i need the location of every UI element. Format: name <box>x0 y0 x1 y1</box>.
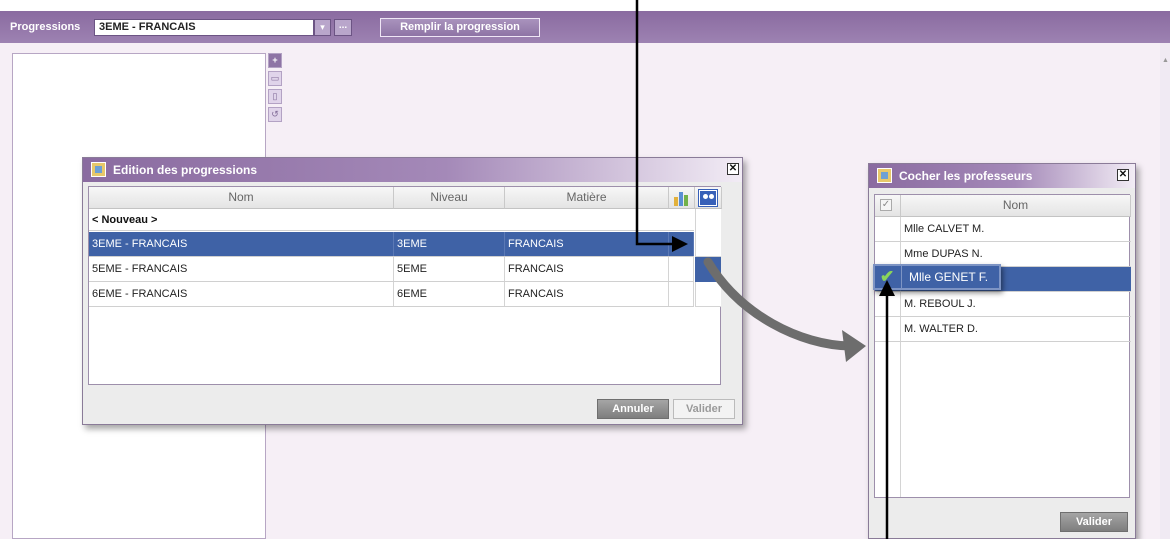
checkbox-icon[interactable]: ✓ <box>880 199 892 211</box>
cell-bars <box>669 282 694 306</box>
cell-matiere: FRANCAIS <box>505 232 669 256</box>
column-header-bar-chart[interactable] <box>669 187 695 209</box>
vertical-scrollbar[interactable]: ▲ <box>1160 43 1170 539</box>
scroll-up-icon[interactable]: ▲ <box>1162 57 1169 64</box>
cell-niveau: 6EME <box>394 282 505 306</box>
check-cell[interactable] <box>875 242 901 266</box>
new-progression-label: < Nouveau > <box>92 214 158 226</box>
dialog-title: Edition des progressions <box>113 163 258 177</box>
table-row[interactable]: 3EME - FRANCAIS 3EME FRANCAIS <box>89 232 694 257</box>
teachers-column-cell[interactable] <box>695 209 721 257</box>
teachers-column-cell[interactable] <box>695 282 721 307</box>
new-progression-row[interactable]: < Nouveau > <box>89 209 694 231</box>
teacher-name: M. WALTER D. <box>904 323 978 335</box>
cell-nom: 3EME - FRANCAIS <box>89 232 394 256</box>
cell-matiere: FRANCAIS <box>505 282 669 306</box>
window-icon <box>91 162 106 177</box>
column-header-check[interactable]: ✓ <box>875 195 901 217</box>
fill-progression-button[interactable]: Remplir la progression <box>380 18 540 37</box>
cell-bars <box>669 257 694 281</box>
check-cell[interactable] <box>875 317 901 341</box>
close-icon[interactable]: ✕ <box>727 163 739 175</box>
close-icon[interactable]: ✕ <box>1117 169 1129 181</box>
cell-nom: 5EME - FRANCAIS <box>89 257 394 281</box>
column-header-teachers[interactable] <box>695 187 722 209</box>
document-icon[interactable]: ▯ <box>268 89 282 104</box>
undo-icon[interactable]: ↺ <box>268 107 282 122</box>
cell-niveau: 5EME <box>394 257 505 281</box>
edit-icon[interactable]: ▭ <box>268 71 282 86</box>
cell-matiere: FRANCAIS <box>505 257 669 281</box>
side-tools: + ▭ ▯ ↺ <box>268 53 284 125</box>
edition-progressions-dialog: Edition des progressions ✕ Nom Niveau Ma… <box>82 157 743 425</box>
cell-niveau: 3EME <box>394 232 505 256</box>
add-icon[interactable]: + <box>268 53 282 68</box>
column-header-matiere[interactable]: Matière <box>505 187 669 209</box>
toolbar-title: Progressions <box>10 21 81 33</box>
progressions-table: Nom Niveau Matière < Nouveau > 3EME - FR… <box>88 186 722 385</box>
check-cell[interactable] <box>875 217 901 241</box>
bar-chart-icon <box>673 190 691 206</box>
table-row[interactable]: 5EME - FRANCAIS 5EME FRANCAIS <box>89 257 694 282</box>
people-icon <box>698 189 718 207</box>
cell-bars <box>669 232 694 256</box>
column-header-niveau[interactable]: Niveau <box>394 187 505 209</box>
check-cell[interactable] <box>875 292 901 316</box>
window-icon <box>877 168 892 183</box>
cancel-button[interactable]: Annuler <box>597 399 669 419</box>
column-header-nom[interactable]: Nom <box>89 187 394 209</box>
chevron-down-icon[interactable]: ▾ <box>314 19 331 36</box>
checkmark-icon: ✔ <box>880 267 895 286</box>
teacher-name: Mlle CALVET M. <box>904 223 985 235</box>
table-row[interactable]: M. REBOUL J. <box>875 292 1131 317</box>
ellipsis-button[interactable]: ... <box>334 19 352 36</box>
callout-divider <box>901 266 902 288</box>
progressions-toolbar: Progressions 3EME - FRANCAIS ▾ ... Rempl… <box>0 11 1170 43</box>
validate-teachers-button[interactable]: Valider <box>1060 512 1128 532</box>
checked-teacher-callout: ✔ Mlle GENET F. <box>873 264 1001 290</box>
dialog-title-bar[interactable]: Edition des progressions <box>83 158 742 182</box>
column-header-nom[interactable]: Nom <box>901 195 1131 217</box>
dialog-title-bar[interactable]: Cocher les professeurs <box>869 164 1135 188</box>
screen: Progressions 3EME - FRANCAIS ▾ ... Rempl… <box>0 0 1170 539</box>
teachers-column-cell-selected[interactable] <box>695 257 721 282</box>
table-row[interactable]: Mlle CALVET M. <box>875 217 1131 242</box>
callout-teacher-name: Mlle GENET F. <box>909 270 989 284</box>
dialog-title: Cocher les professeurs <box>899 169 1033 183</box>
table-row[interactable]: 6EME - FRANCAIS 6EME FRANCAIS <box>89 282 694 307</box>
teachers-table: ✓ Nom Mlle CALVET M. Mme DUPAS N. Mlle G… <box>874 194 1131 498</box>
teacher-name: M. REBOUL J. <box>904 298 976 310</box>
teacher-name: Mme DUPAS N. <box>904 248 983 260</box>
progression-select[interactable]: 3EME - FRANCAIS <box>94 19 314 36</box>
check-column-filler <box>875 342 901 497</box>
validate-button[interactable]: Valider <box>673 399 735 419</box>
teachers-dialog: Cocher les professeurs ✕ ✓ Nom Mlle CALV… <box>868 163 1136 539</box>
table-row[interactable]: M. WALTER D. <box>875 317 1131 342</box>
cell-nom: 6EME - FRANCAIS <box>89 282 394 306</box>
